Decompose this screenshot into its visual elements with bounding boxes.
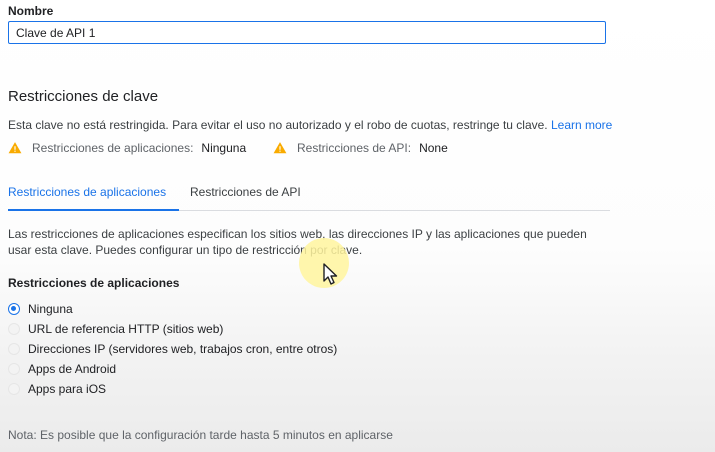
status-value: None — [419, 141, 448, 155]
status-key: Restricciones de API: — [297, 141, 412, 155]
radio-label: Direcciones IP (servidores web, trabajos… — [28, 342, 338, 356]
radio-button[interactable] — [8, 383, 20, 395]
radio-label: Apps para iOS — [28, 382, 107, 396]
radio-label: URL de referencia HTTP (sitios web) — [28, 322, 224, 336]
radio-button[interactable] — [8, 323, 20, 335]
key-restrictions-description: Esta clave no está restringida. Para evi… — [8, 118, 612, 132]
config-note: Nota: Es posible que la configuración ta… — [8, 428, 393, 442]
description-text: Esta clave no está restringida. Para evi… — [8, 118, 548, 132]
radio-button[interactable] — [8, 363, 20, 375]
status-value: Ninguna — [201, 141, 247, 155]
name-label: Nombre — [8, 4, 54, 18]
active-tab-indicator — [8, 209, 179, 211]
tab-api-restrictions[interactable]: Restricciones de API — [190, 185, 301, 199]
mouse-cursor-icon — [299, 238, 349, 288]
radio-label: Apps de Android — [28, 362, 117, 376]
radio-option-ios[interactable]: Apps para iOS — [8, 382, 106, 396]
warning-icon — [273, 142, 287, 154]
learn-more-link[interactable]: Learn more — [551, 118, 612, 132]
radio-option-android[interactable]: Apps de Android — [8, 362, 116, 376]
warning-icon — [8, 142, 22, 154]
app-restrictions-status: Restricciones de aplicaciones: Ninguna — [8, 141, 246, 155]
radio-option-http-referrer[interactable]: URL de referencia HTTP (sitios web) — [8, 322, 223, 336]
radio-option-ip-addresses[interactable]: Direcciones IP (servidores web, trabajos… — [8, 342, 337, 356]
restrictions-tabs: Restricciones de aplicaciones Restriccio… — [8, 184, 610, 211]
api-restrictions-status: Restricciones de API: None — [273, 141, 448, 155]
key-restrictions-heading: Restricciones de clave — [8, 88, 159, 105]
status-key: Restricciones de aplicaciones: — [32, 141, 194, 155]
tab-app-restrictions[interactable]: Restricciones de aplicaciones — [8, 185, 166, 199]
radio-button[interactable] — [8, 343, 20, 355]
radio-button[interactable] — [8, 303, 20, 315]
app-restrictions-heading: Restricciones de aplicaciones — [8, 276, 180, 290]
radio-label: Ninguna — [28, 302, 73, 316]
radio-option-none[interactable]: Ninguna — [8, 302, 73, 316]
name-input[interactable] — [8, 21, 606, 44]
